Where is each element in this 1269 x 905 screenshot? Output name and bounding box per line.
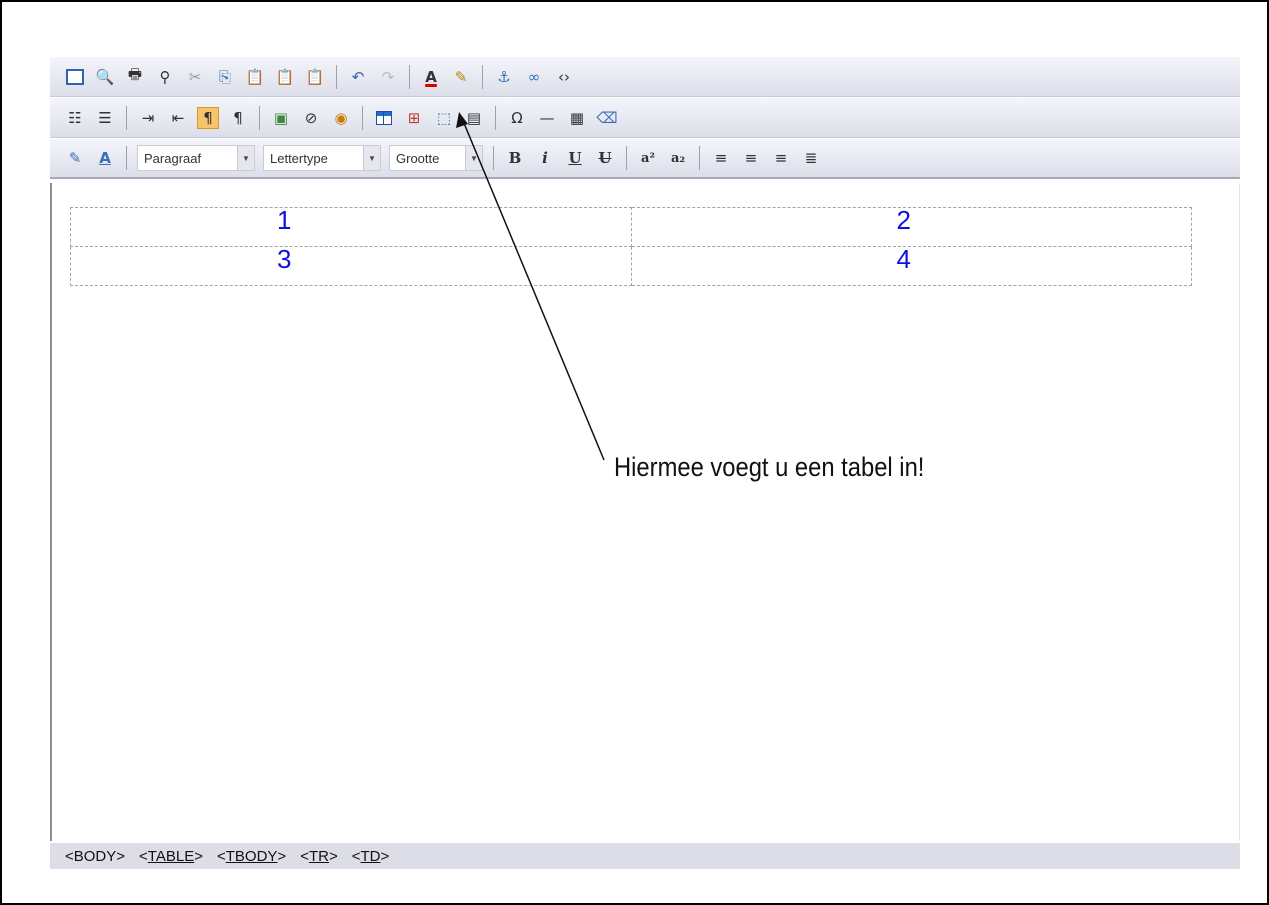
- annotation-text: Hiermee voegt u een tabel in!: [614, 452, 925, 482]
